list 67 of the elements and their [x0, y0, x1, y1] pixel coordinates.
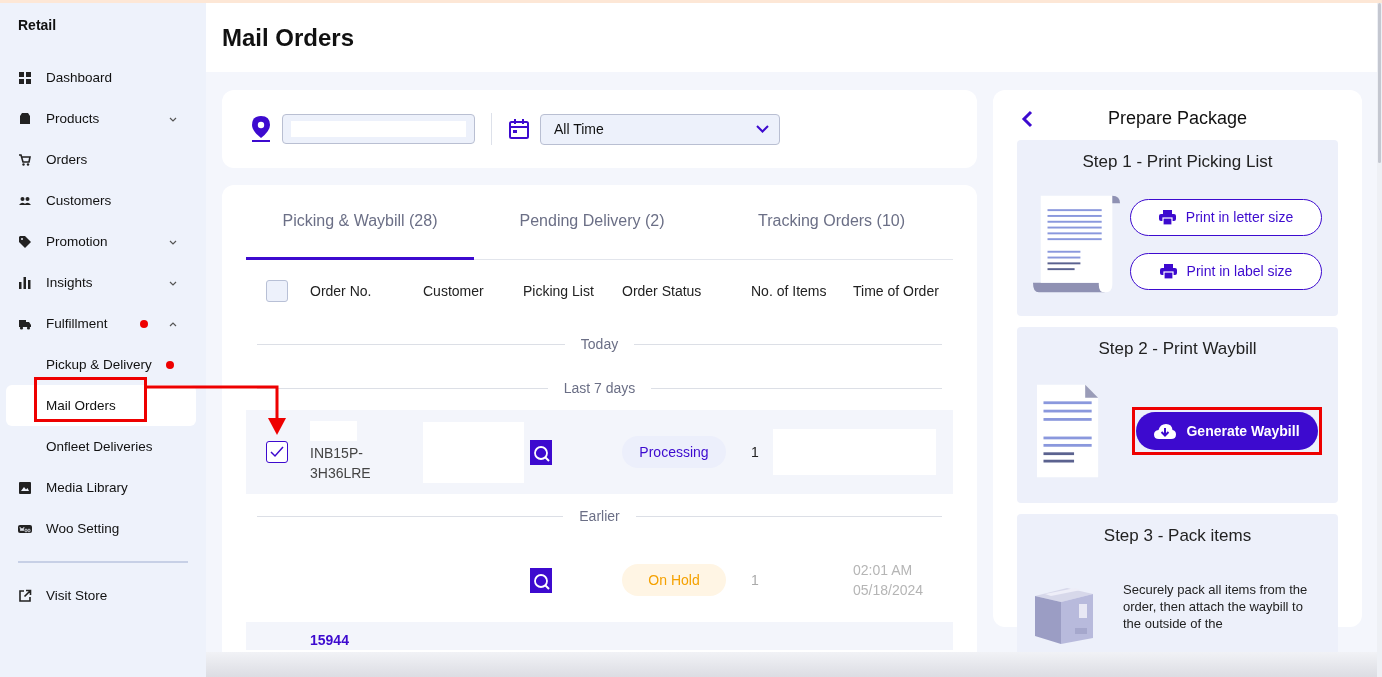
location-pin-icon: [250, 116, 272, 142]
sidebar-item[interactable]: Insights: [6, 262, 196, 303]
printer-icon: [1159, 263, 1177, 279]
step-title: Step 1 - Print Picking List: [1082, 152, 1273, 172]
image-icon: [18, 480, 32, 495]
status-badge: Processing: [622, 436, 726, 468]
group-label: Today: [580, 336, 619, 352]
print-button[interactable]: Print in letter size: [1130, 198, 1322, 236]
date-range-select[interactable]: All Time: [540, 113, 780, 145]
checkbox[interactable]: [266, 280, 288, 302]
column-header: No. of Items: [751, 283, 828, 299]
group-label: Last 7 days: [563, 380, 636, 396]
item-count: 1: [751, 572, 759, 588]
alert-dot: [140, 319, 148, 328]
external-link-icon: [18, 588, 32, 603]
order-number: INB15P-3H36LRE: [310, 444, 372, 483]
checkbox[interactable]: [266, 441, 288, 463]
order-date: 05/18/2024: [853, 581, 925, 600]
generate-button[interactable]: Generate Waybill: [1136, 412, 1318, 450]
sidebar-item[interactable]: Onfleet Deliveries: [6, 426, 196, 467]
cloud-download-icon: [1154, 423, 1177, 439]
order-time: 02:01 AM: [853, 561, 914, 580]
page-title: Mail Orders: [222, 23, 355, 52]
sidebar-title: Retail: [17, 17, 58, 33]
step-description: Securely pack all items from the order, then attach the waybill to the outside of the: [1122, 580, 1309, 632]
alert-dot: [165, 360, 174, 369]
step-title: Step 2 - Print Waybill: [1098, 339, 1257, 359]
dashboard-grid-icon: [18, 70, 32, 85]
location-field[interactable]: [282, 114, 475, 144]
panel-title: Prepare Package: [1106, 108, 1249, 129]
status-badge: On Hold: [622, 564, 726, 596]
column-header: Time of Order: [853, 283, 940, 299]
order-row[interactable]: INB15P-3H36LRE Processing 1: [246, 410, 953, 494]
sidebar-item[interactable]: Orders: [6, 139, 196, 180]
step-title: Step 3 - Pack items: [1103, 526, 1252, 546]
order-row[interactable]: 15944: [246, 622, 953, 650]
sidebar-item[interactable]: Media Library: [6, 467, 196, 508]
cart-icon: [18, 152, 32, 167]
tab[interactable]: Picking & Waybill (28): [246, 185, 474, 260]
box-icon: [18, 111, 32, 126]
check-icon: [270, 446, 284, 458]
printer-icon: [1158, 209, 1176, 225]
bar-chart-icon: [18, 275, 32, 290]
sidebar-item[interactable]: Products: [6, 98, 196, 139]
print-button[interactable]: Print in label size: [1130, 252, 1322, 290]
tab[interactable]: Tracking Orders (10): [710, 185, 953, 260]
chevron-down-icon: [756, 125, 769, 133]
tab[interactable]: Pending Delivery (2): [474, 185, 710, 260]
item-count: 1: [751, 444, 759, 460]
order-number-link[interactable]: 15944: [310, 632, 423, 648]
column-header: Customer: [423, 283, 485, 299]
sidebar-item[interactable]: Promotion: [6, 221, 196, 262]
calendar-icon: [508, 118, 530, 140]
sidebar-item[interactable]: Woo Setting: [6, 508, 196, 549]
scrollbar-thumb[interactable]: [1378, 3, 1381, 163]
back-icon[interactable]: [1020, 109, 1034, 128]
sidebar-item[interactable]: Dashboard: [6, 57, 196, 98]
sidebar-item[interactable]: Visit Store: [6, 575, 196, 616]
sidebar-item[interactable]: Customers: [6, 180, 196, 221]
column-header: Order No.: [310, 283, 373, 299]
column-header: Order Status: [622, 283, 703, 299]
search-icon[interactable]: [530, 439, 552, 465]
sidebar-item[interactable]: Pickup & Delivery: [6, 344, 196, 385]
group-label: Earlier: [579, 508, 620, 524]
tag-icon: [18, 234, 32, 249]
sidebar-item[interactable]: Fulfillment: [6, 303, 196, 344]
column-header: Picking List: [523, 283, 595, 299]
